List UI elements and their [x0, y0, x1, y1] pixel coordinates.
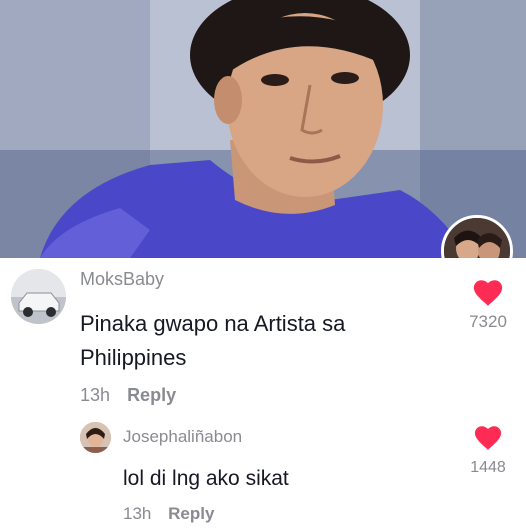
like-count: 7320 — [469, 312, 507, 331]
comment-username[interactable]: Josephaliñabon — [123, 427, 242, 447]
heart-icon[interactable] — [474, 426, 502, 451]
comment-item: MoksBaby Pinaka gwapo na Artista sa Phil… — [0, 258, 526, 418]
comment-meta: 13h Reply — [123, 504, 214, 524]
like-button[interactable]: 7320 — [458, 280, 518, 332]
music-disc-icon[interactable] — [441, 215, 513, 258]
avatar[interactable] — [11, 269, 66, 324]
reply-button[interactable]: Reply — [127, 385, 176, 406]
reply-button[interactable]: Reply — [168, 504, 214, 524]
like-count: 1448 — [470, 459, 506, 476]
comment-username[interactable]: MoksBaby — [80, 269, 164, 290]
comment-timestamp: 13h — [123, 504, 152, 523]
comment-text-line-2: Philippines — [80, 345, 187, 370]
like-button[interactable]: 1448 — [458, 426, 518, 477]
avatar[interactable] — [80, 422, 111, 453]
reply-comment-item: Josephaliñabon lol di lng ako sikat 13h … — [0, 418, 526, 531]
comment-text: lol di lng ako sikat — [123, 467, 289, 490]
comment-text-line-1: Pinaka gwapo na Artista sa — [80, 311, 346, 336]
video-frame[interactable] — [0, 0, 526, 258]
comment-meta: 13h Reply — [80, 385, 176, 406]
heart-icon[interactable] — [473, 280, 503, 307]
comment-timestamp: 13h — [80, 385, 111, 405]
